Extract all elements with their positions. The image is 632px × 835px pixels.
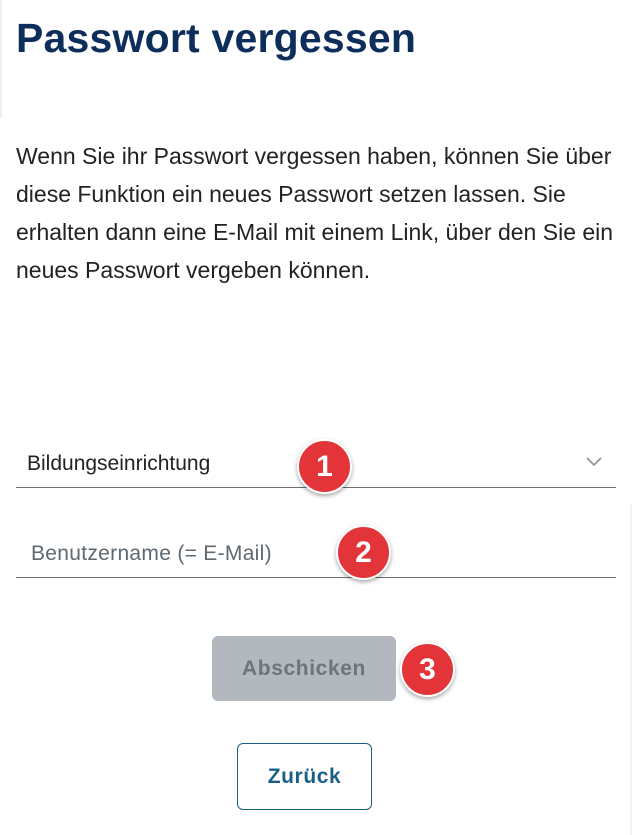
annotation-marker-1: 1 [297,439,352,494]
chevron-down-icon [586,457,602,467]
submit-button[interactable]: Abschicken [212,636,396,701]
username-input[interactable] [16,532,616,576]
back-button[interactable]: Zurück [237,743,372,810]
page-title: Passwort vergessen [16,15,417,61]
annotation-marker-3: 3 [400,642,455,697]
intro-text: Wenn Sie ihr Passwort vergessen haben, k… [16,143,614,283]
annotation-marker-2: 2 [336,525,391,580]
username-field[interactable] [16,532,616,578]
left-edge-divider [0,0,2,118]
institution-select-value: Bildungseinrichtung [27,452,211,475]
